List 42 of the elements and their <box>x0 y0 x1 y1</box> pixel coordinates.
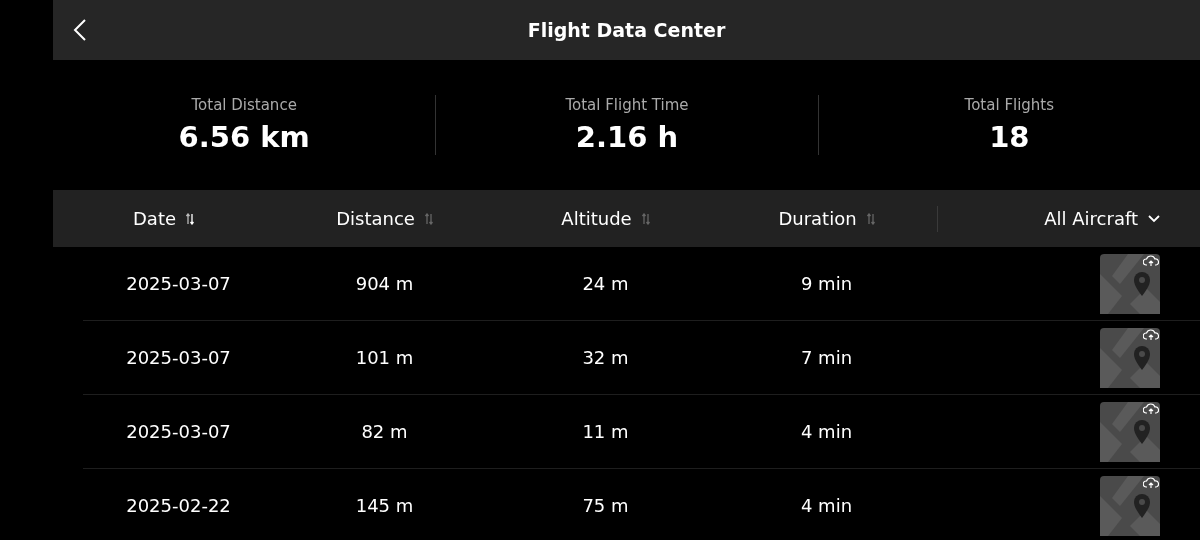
flight-row[interactable]: 2025-03-07 101 m 32 m 7 min <box>83 321 1200 395</box>
page-title: Flight Data Center <box>527 19 726 41</box>
table-cell-text: 145 m <box>354 495 415 516</box>
chevron-down-icon <box>1148 214 1160 223</box>
table-cell-text: 904 m <box>354 273 415 294</box>
cloud-upload-icon[interactable] <box>1143 328 1159 341</box>
flight-row[interactable]: 2025-03-07 82 m 11 m 4 min <box>83 395 1200 469</box>
column-sort-button[interactable]: Altitude <box>561 208 632 229</box>
cloud-upload-icon[interactable] <box>1143 254 1159 267</box>
table-cell-text: 4 min <box>799 421 854 442</box>
stat-value: 18 <box>989 120 1030 154</box>
cloud-upload-icon[interactable] <box>1143 476 1159 489</box>
map-thumbnail-icon <box>1100 327 1160 388</box>
stat-label: Total Flights <box>964 96 1055 114</box>
table-cell-text: 32 m <box>581 347 630 368</box>
map-thumbnail-icon <box>1100 401 1160 462</box>
table-cell-text: 2025-02-22 <box>125 495 232 516</box>
flight-row[interactable]: 2025-03-07 904 m 24 m 9 min <box>83 247 1200 321</box>
column-sort-button[interactable]: Duration <box>778 208 857 229</box>
stat-label: Total Flight Time <box>565 96 689 114</box>
table-cell-text: 24 m <box>581 273 630 294</box>
map-thumbnail-icon <box>1100 253 1160 314</box>
table-cell-text: 101 m <box>354 347 415 368</box>
stat-label: Total Distance <box>191 96 297 114</box>
flight-row[interactable]: 2025-02-22 145 m 75 m 4 min <box>83 469 1200 540</box>
table-cell-text: 9 min <box>799 273 854 294</box>
table-cell-text: 4 min <box>799 495 854 516</box>
back-icon[interactable] <box>73 18 87 42</box>
table-cell-text: 2025-03-07 <box>125 421 232 442</box>
table-cell-text: 75 m <box>581 495 630 516</box>
column-sort-button[interactable]: Distance <box>336 208 415 229</box>
stat-value: 6.56 km <box>178 120 310 154</box>
column-sort-button[interactable]: Date <box>133 208 176 229</box>
stat-value: 2.16 h <box>575 120 679 154</box>
map-thumbnail-icon <box>1100 475 1160 536</box>
table-cell-text: 11 m <box>581 421 630 442</box>
cloud-upload-icon[interactable] <box>1143 402 1159 415</box>
table-cell-text: 2025-03-07 <box>125 273 232 294</box>
aircraft-filter-dropdown[interactable]: All Aircraft <box>1044 208 1160 229</box>
table-cell-text: 2025-03-07 <box>125 347 232 368</box>
table-cell-text: 7 min <box>799 347 854 368</box>
table-cell-text: 82 m <box>360 421 409 442</box>
